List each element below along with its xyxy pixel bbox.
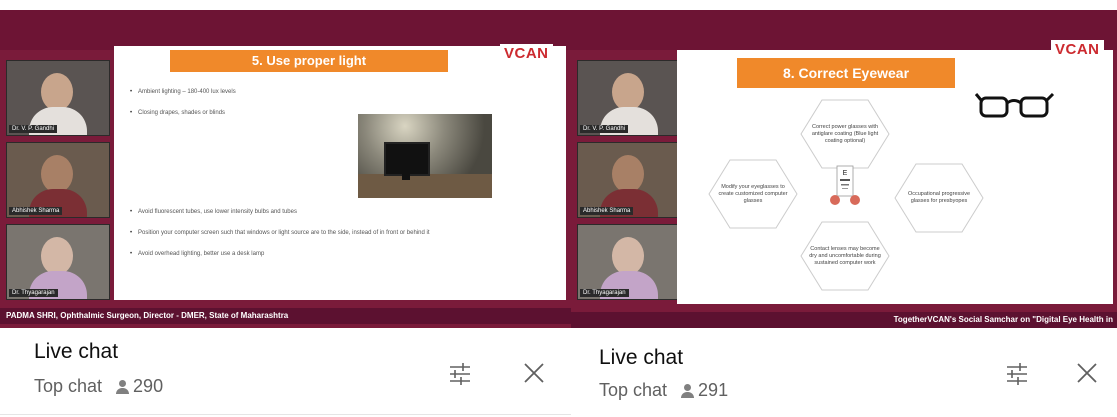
chat-mode-row: Top chat 290: [34, 376, 163, 397]
top-chat-selector[interactable]: Top chat: [34, 376, 102, 397]
slide-bullet: Ambient lighting – 180-400 lux levels: [130, 88, 550, 97]
video-player[interactable]: Dr. V. P. Gandhi Abhishek Sharma Dr. Thy…: [0, 10, 571, 328]
chat-settings-button[interactable]: [446, 360, 474, 388]
video-top-band: [0, 10, 571, 50]
sliders-icon: [450, 363, 470, 385]
person-icon: [116, 379, 130, 394]
close-icon: [1077, 363, 1097, 383]
person-icon: [681, 383, 695, 398]
vcan-logo: VCAN: [500, 44, 553, 63]
chat-settings-button[interactable]: [1003, 360, 1031, 388]
slide-bullet: Position your computer screen such that …: [130, 229, 550, 238]
slide-title: 5. Use proper light: [170, 50, 448, 72]
participant-name: Abhishek Sharma: [580, 207, 634, 215]
presentation-slide: 8. Correct Eyewear Correct power glasses…: [677, 50, 1113, 304]
participant-name: Dr. V. P. Gandhi: [9, 125, 58, 133]
live-chat-title: Live chat: [599, 346, 684, 369]
participant-name: Dr. V. P. Gandhi: [580, 125, 629, 133]
slide-bullet: Avoid fluorescent tubes, use lower inten…: [130, 208, 550, 217]
close-chat-button[interactable]: [519, 358, 549, 388]
viewer-count: 291: [681, 380, 728, 401]
lower-third-ticker: PADMA SHRI, Ophthalmic Surgeon, Director…: [0, 308, 571, 324]
hex-contact-lenses: Contact lenses may become dry and uncomf…: [799, 220, 891, 292]
chat-mode-row: Top chat 291: [599, 380, 728, 401]
hex-text: Correct power glasses with antiglare coa…: [811, 123, 879, 144]
livestream-panel-right: Dr. V. P. Gandhi Abhishek Sharma Dr. Thy…: [571, 0, 1117, 417]
hex-text: Modify your eyeglasses to create customi…: [718, 183, 788, 204]
live-chat-title: Live chat: [34, 340, 119, 363]
live-chat-header: Live chat Top chat 291: [571, 328, 1117, 417]
participant-thumbnail: Dr. V. P. Gandhi: [6, 60, 110, 136]
participant-thumbnails: Dr. V. P. Gandhi Abhishek Sharma Dr. Thy…: [577, 60, 681, 300]
divider: [0, 414, 571, 415]
participant-thumbnail: Abhishek Sharma: [577, 142, 681, 218]
participant-thumbnail: Dr. Thyagarajan: [577, 224, 681, 300]
hex-text: Occupational progressive glasses for pre…: [907, 191, 971, 204]
eyeglasses-icon: [975, 92, 1055, 118]
close-icon: [524, 363, 544, 383]
viewer-count: 290: [116, 376, 163, 397]
eye-chart-icon: E: [830, 165, 860, 205]
participant-thumbnail: Dr. Thyagarajan: [6, 224, 110, 300]
top-chat-selector[interactable]: Top chat: [599, 380, 667, 401]
participant-name: Abhishek Sharma: [9, 207, 63, 215]
hex-correct-power: Correct power glasses with antiglare coa…: [799, 98, 891, 170]
slide-title: 8. Correct Eyewear: [737, 58, 955, 88]
hex-occupational: Occupational progressive glasses for pre…: [893, 162, 985, 234]
lower-third-ticker: TogetherVCAN's Social Samchar on "Digita…: [571, 312, 1117, 328]
participant-name: Dr. Thyagarajan: [9, 289, 58, 297]
livestream-panel-left: Dr. V. P. Gandhi Abhishek Sharma Dr. Thy…: [0, 0, 571, 417]
sliders-icon: [1007, 363, 1027, 385]
desk-lamp-photo: [358, 114, 492, 198]
video-player[interactable]: Dr. V. P. Gandhi Abhishek Sharma Dr. Thy…: [571, 10, 1117, 328]
viewer-count-value: 290: [133, 376, 164, 396]
svg-text:E: E: [843, 170, 848, 177]
hex-modify-glasses: Modify your eyeglasses to create customi…: [707, 158, 799, 230]
participant-thumbnail: Dr. V. P. Gandhi: [577, 60, 681, 136]
hex-text: Contact lenses may become dry and uncomf…: [809, 245, 881, 266]
close-chat-button[interactable]: [1072, 358, 1102, 388]
video-top-band: [571, 10, 1117, 50]
participant-thumbnails: Dr. V. P. Gandhi Abhishek Sharma Dr. Thy…: [6, 60, 110, 300]
viewer-count-value: 291: [698, 380, 729, 400]
participant-name: Dr. Thyagarajan: [580, 289, 629, 297]
slide-bullets-bottom: Avoid fluorescent tubes, use lower inten…: [130, 208, 550, 271]
slide-bullet: Avoid overhead lighting, better use a de…: [130, 250, 550, 259]
vcan-logo: VCAN: [1051, 40, 1104, 59]
participant-thumbnail: Abhishek Sharma: [6, 142, 110, 218]
live-chat-header: Live chat Top chat 290: [0, 328, 571, 417]
presentation-slide: 5. Use proper light Ambient lighting – 1…: [114, 46, 566, 300]
